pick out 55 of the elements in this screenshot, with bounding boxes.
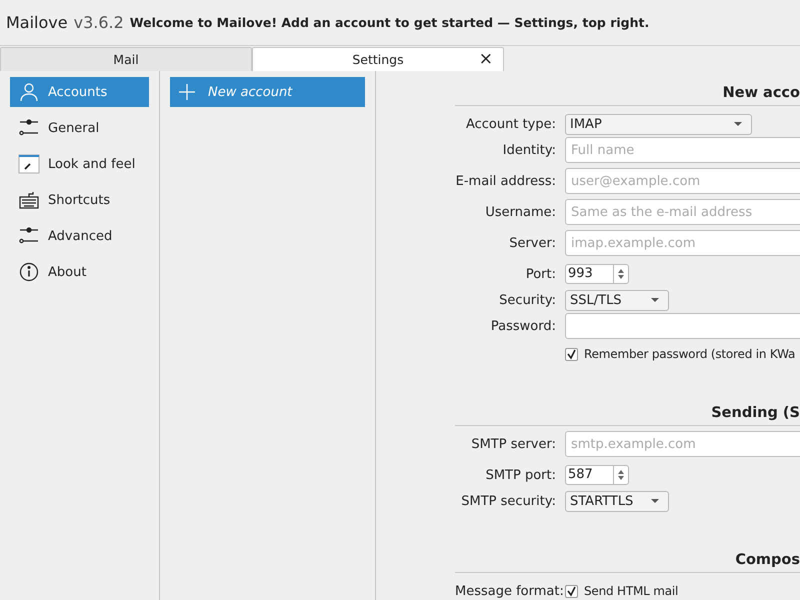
number-spinbox[interactable]: 993 <box>565 264 629 284</box>
field-label: Account type: <box>464 116 557 132</box>
window-pencil-icon <box>18 153 40 175</box>
number-spinbox[interactable]: 587 <box>565 465 629 485</box>
checkbox[interactable] <box>565 348 578 360</box>
spin-arrows-icon <box>617 267 625 281</box>
section-heading: Sending (S <box>455 367 800 426</box>
close-icon[interactable]: × <box>478 50 493 68</box>
tab[interactable]: Settings × <box>252 47 504 71</box>
section-heading: New acco <box>455 71 800 106</box>
dropdown[interactable]: STARTTLS <box>565 490 669 512</box>
dropdown-caret-icon <box>650 498 660 504</box>
sidebar-item[interactable]: Accounts <box>10 77 149 107</box>
text-field[interactable]: Full name <box>565 137 800 163</box>
info-icon <box>18 261 40 283</box>
tab[interactable]: Mail <box>0 47 252 71</box>
field-label: E-mail address: <box>455 174 557 188</box>
field-label: Username: <box>484 204 557 220</box>
spin-arrows-icon <box>617 468 625 482</box>
field-label: Identity: <box>502 142 557 158</box>
field-label: Server: <box>508 236 557 250</box>
field-label: Password: <box>490 318 557 334</box>
field-label: SMTP security: <box>460 494 557 508</box>
text-field[interactable]: imap.example.com <box>565 230 800 256</box>
checkbox-label: Send HTML mail <box>584 584 678 598</box>
field-label: Message format: <box>455 584 565 598</box>
dropdown[interactable]: SSL/TLS <box>565 290 669 310</box>
text-field[interactable]: Same as the e-mail address <box>565 199 800 225</box>
person-icon <box>18 81 40 103</box>
field-label: Port: <box>524 266 557 282</box>
app-version: v3.6.2 <box>74 13 124 32</box>
keyboard-icon <box>18 189 40 211</box>
dropdown-caret-icon <box>733 121 743 127</box>
password-field[interactable] <box>565 313 800 339</box>
sidebar-item[interactable]: General <box>10 113 149 143</box>
dropdown-caret-icon <box>650 297 660 303</box>
account-list-item[interactable]: New account <box>170 77 365 107</box>
sidebar-item[interactable]: Advanced <box>10 221 149 251</box>
check-icon <box>566 348 577 360</box>
dropdown[interactable]: IMAP <box>565 114 752 134</box>
sidebar-item[interactable]: Shortcuts <box>10 185 149 215</box>
section-heading: Compos <box>455 514 800 573</box>
field-label: SMTP server: <box>470 436 557 452</box>
app-name: Mailove <box>6 13 68 32</box>
welcome-message: Welcome to Mailove! Add an account to get started — Settings, top right. <box>130 15 650 30</box>
text-field[interactable]: user@example.com <box>565 168 800 194</box>
plus-icon <box>178 83 196 101</box>
text-field[interactable]: smtp.example.com <box>565 431 800 457</box>
sidebar-item[interactable]: About <box>10 257 149 287</box>
check-icon <box>566 586 577 596</box>
checkbox[interactable] <box>565 584 578 598</box>
field-label: Security: <box>498 292 557 308</box>
field-label: SMTP port: <box>484 468 557 482</box>
checkbox-label: Remember password (stored in KWa <box>584 347 796 361</box>
sidebar-item[interactable]: Look and feel <box>10 149 149 179</box>
